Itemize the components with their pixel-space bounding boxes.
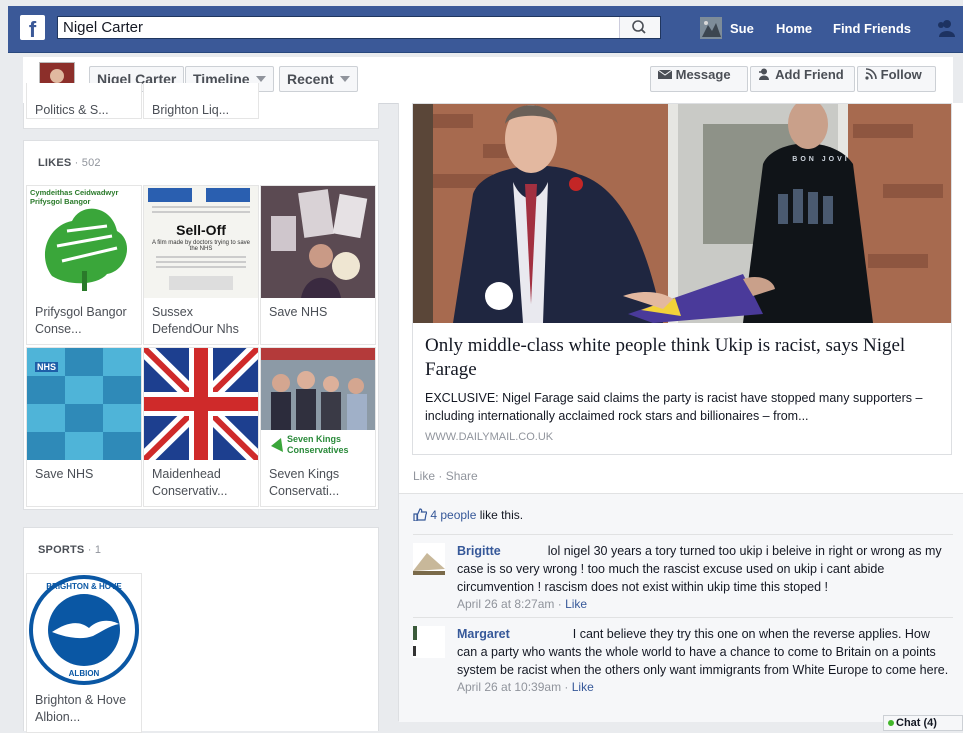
- sports-tile[interactable]: BRIGHTON & HOVE ALBION Brighton & Hove A…: [26, 573, 142, 733]
- like-tile-image: NHS: [27, 348, 141, 460]
- search-button[interactable]: [619, 17, 660, 38]
- comment-avatar[interactable]: [413, 543, 445, 575]
- thumbs-up-icon: [413, 508, 428, 522]
- link-preview-image: BON JOVI: [413, 104, 951, 323]
- like-tile[interactable]: NHS Save NHS: [26, 347, 142, 507]
- comment-text: I cant believe they try this one on when…: [457, 627, 949, 677]
- likes-suffix: like this.: [479, 508, 524, 522]
- sports-title: SPORTS: [38, 544, 85, 556]
- like-tile-label: Save NHS: [269, 305, 328, 319]
- likes-count-link[interactable]: 4 people: [430, 508, 476, 522]
- recent-label: Recent: [287, 71, 334, 87]
- friend-requests-icon[interactable]: [934, 19, 956, 37]
- online-dot-icon: [888, 720, 894, 726]
- link-description: EXCLUSIVE: Nigel Farage said claims the …: [425, 391, 923, 423]
- sports-header[interactable]: SPORTS · 1: [38, 544, 101, 556]
- comment-text: lol nigel 30 years a tory turned too uki…: [457, 544, 942, 594]
- like-tile-image-text: Sell-Off: [176, 222, 226, 238]
- comment-meta: April 26 at 8:27am · Like: [457, 597, 588, 611]
- sports-tile-label: Brighton & Hove Albion...: [35, 693, 127, 724]
- partial-tile-label: Politics & S...: [35, 103, 109, 117]
- message-label: Message: [675, 67, 731, 82]
- follow-label: Follow: [880, 67, 922, 82]
- comment-timestamp[interactable]: April 26 at 10:39am: [457, 680, 561, 694]
- post-actions: Like · Share: [413, 469, 478, 483]
- like-tile-label: Save NHS: [35, 467, 94, 481]
- comment-meta: April 26 at 10:39am · Like: [457, 680, 594, 694]
- partial-tile[interactable]: Politics & S...: [26, 83, 142, 119]
- chevron-down-icon: [339, 76, 350, 82]
- nav-user-name[interactable]: Sue: [730, 21, 754, 36]
- nav-home[interactable]: Home: [776, 21, 812, 36]
- likes-count: · 502: [74, 157, 101, 169]
- like-tile-image-text: Seven Kings Conservatives: [287, 434, 349, 455]
- message-icon: [657, 69, 673, 79]
- comments-area: 4 people like this. Brigitte lol nigel 3…: [399, 493, 963, 722]
- message-button[interactable]: Message: [650, 66, 748, 92]
- post-card: BON JOVI Only middle-class white people …: [398, 103, 963, 722]
- comment: Margaret I cant believe they try this on…: [413, 617, 953, 722]
- chevron-down-icon: [255, 76, 266, 82]
- badge-bottom-text: ALBION: [68, 669, 100, 678]
- like-tile-image-text: NHS: [35, 362, 59, 372]
- sports-card: SPORTS · 1 BRIGHTON & HOVE ALBION Bright…: [23, 527, 379, 733]
- comment-timestamp[interactable]: April 26 at 8:27am: [457, 597, 554, 611]
- partial-tile[interactable]: Brighton Liq...: [143, 83, 259, 119]
- like-tile-image-subtext: A film made by doctors trying to save th…: [151, 240, 251, 252]
- link-title[interactable]: Only middle-class white people think Uki…: [425, 334, 935, 382]
- badge-top-text: BRIGHTON & HOVE: [46, 582, 122, 591]
- like-tile[interactable]: Seven Kings Conservatives Seven Kings Co…: [260, 347, 376, 507]
- share-link[interactable]: Share: [446, 469, 478, 483]
- comment-author[interactable]: Brigitte: [457, 544, 501, 558]
- like-tile-image: [144, 348, 258, 460]
- comment-body: Margaret I cant believe they try this on…: [457, 625, 952, 694]
- nav-find-friends[interactable]: Find Friends: [833, 21, 911, 36]
- comment-author[interactable]: Margaret: [457, 627, 510, 641]
- recent-dropdown[interactable]: Recent: [279, 66, 358, 92]
- chat-label: Chat (4): [896, 717, 937, 729]
- user-avatar[interactable]: [700, 17, 722, 39]
- comment-avatar[interactable]: [413, 626, 445, 658]
- comment-body: Brigitte lol nigel 30 years a tory turne…: [457, 542, 952, 611]
- follow-icon: [865, 68, 877, 80]
- facebook-logo-icon[interactable]: f: [20, 15, 45, 40]
- comment-like-link[interactable]: Like: [572, 680, 594, 694]
- add-friend-label: Add Friend: [775, 67, 844, 82]
- sports-tile-image: BRIGHTON & HOVE ALBION: [27, 574, 141, 686]
- like-tile[interactable]: Maidenhead Conservativ...: [143, 347, 259, 507]
- comment-like-link[interactable]: Like: [565, 597, 587, 611]
- link-preview[interactable]: BON JOVI Only middle-class white people …: [412, 103, 952, 455]
- top-navigation: f Sue Home Find Friends: [0, 0, 963, 57]
- follow-button[interactable]: Follow: [857, 66, 936, 92]
- partial-card-top: Politics & S... Brighton Liq...: [23, 83, 379, 129]
- like-tile-label: Seven Kings Conservati...: [269, 467, 340, 498]
- search-icon: [632, 20, 646, 34]
- like-tile-image: Cymdeithas Ceidwadwyr Prifysgol Bangor: [27, 186, 141, 298]
- search-box: [57, 16, 661, 39]
- sports-count: · 1: [87, 544, 102, 556]
- like-link[interactable]: Like: [413, 469, 435, 483]
- like-tile[interactable]: Cymdeithas Ceidwadwyr Prifysgol Bangor P…: [26, 185, 142, 345]
- shirt-text: BON JOVI: [792, 156, 850, 163]
- like-tile-image: [261, 186, 375, 298]
- partial-tile-label: Brighton Liq...: [152, 103, 230, 117]
- likes-title: LIKES: [38, 157, 72, 169]
- likes-summary: 4 people like this.: [413, 508, 523, 522]
- add-friend-button[interactable]: Add Friend: [750, 66, 855, 92]
- like-tile-image: Sell-Off A film made by doctors trying t…: [144, 186, 258, 298]
- like-tile[interactable]: Sell-Off A film made by doctors trying t…: [143, 185, 259, 345]
- likes-card: LIKES · 502 Cymdeithas Ceidwadwyr Prifys…: [23, 140, 379, 510]
- likes-header[interactable]: LIKES · 502: [38, 157, 101, 169]
- chat-tab[interactable]: Chat (4): [883, 715, 963, 731]
- like-tile-label: Maidenhead Conservativ...: [152, 467, 228, 498]
- like-tile-label: Sussex DefendOur Nhs: [152, 305, 239, 336]
- like-tile-image-text: Cymdeithas Ceidwadwyr Prifysgol Bangor: [30, 188, 119, 206]
- link-source: WWW.DAILYMAIL.CO.UK: [425, 431, 554, 443]
- like-tile-label: Prifysgol Bangor Conse...: [35, 305, 127, 336]
- like-tile-image: Seven Kings Conservatives: [261, 348, 375, 460]
- search-input[interactable]: [58, 17, 623, 38]
- like-tile[interactable]: Save NHS: [260, 185, 376, 345]
- comment: Brigitte lol nigel 30 years a tory turne…: [413, 534, 953, 617]
- add-friend-icon: [759, 68, 769, 80]
